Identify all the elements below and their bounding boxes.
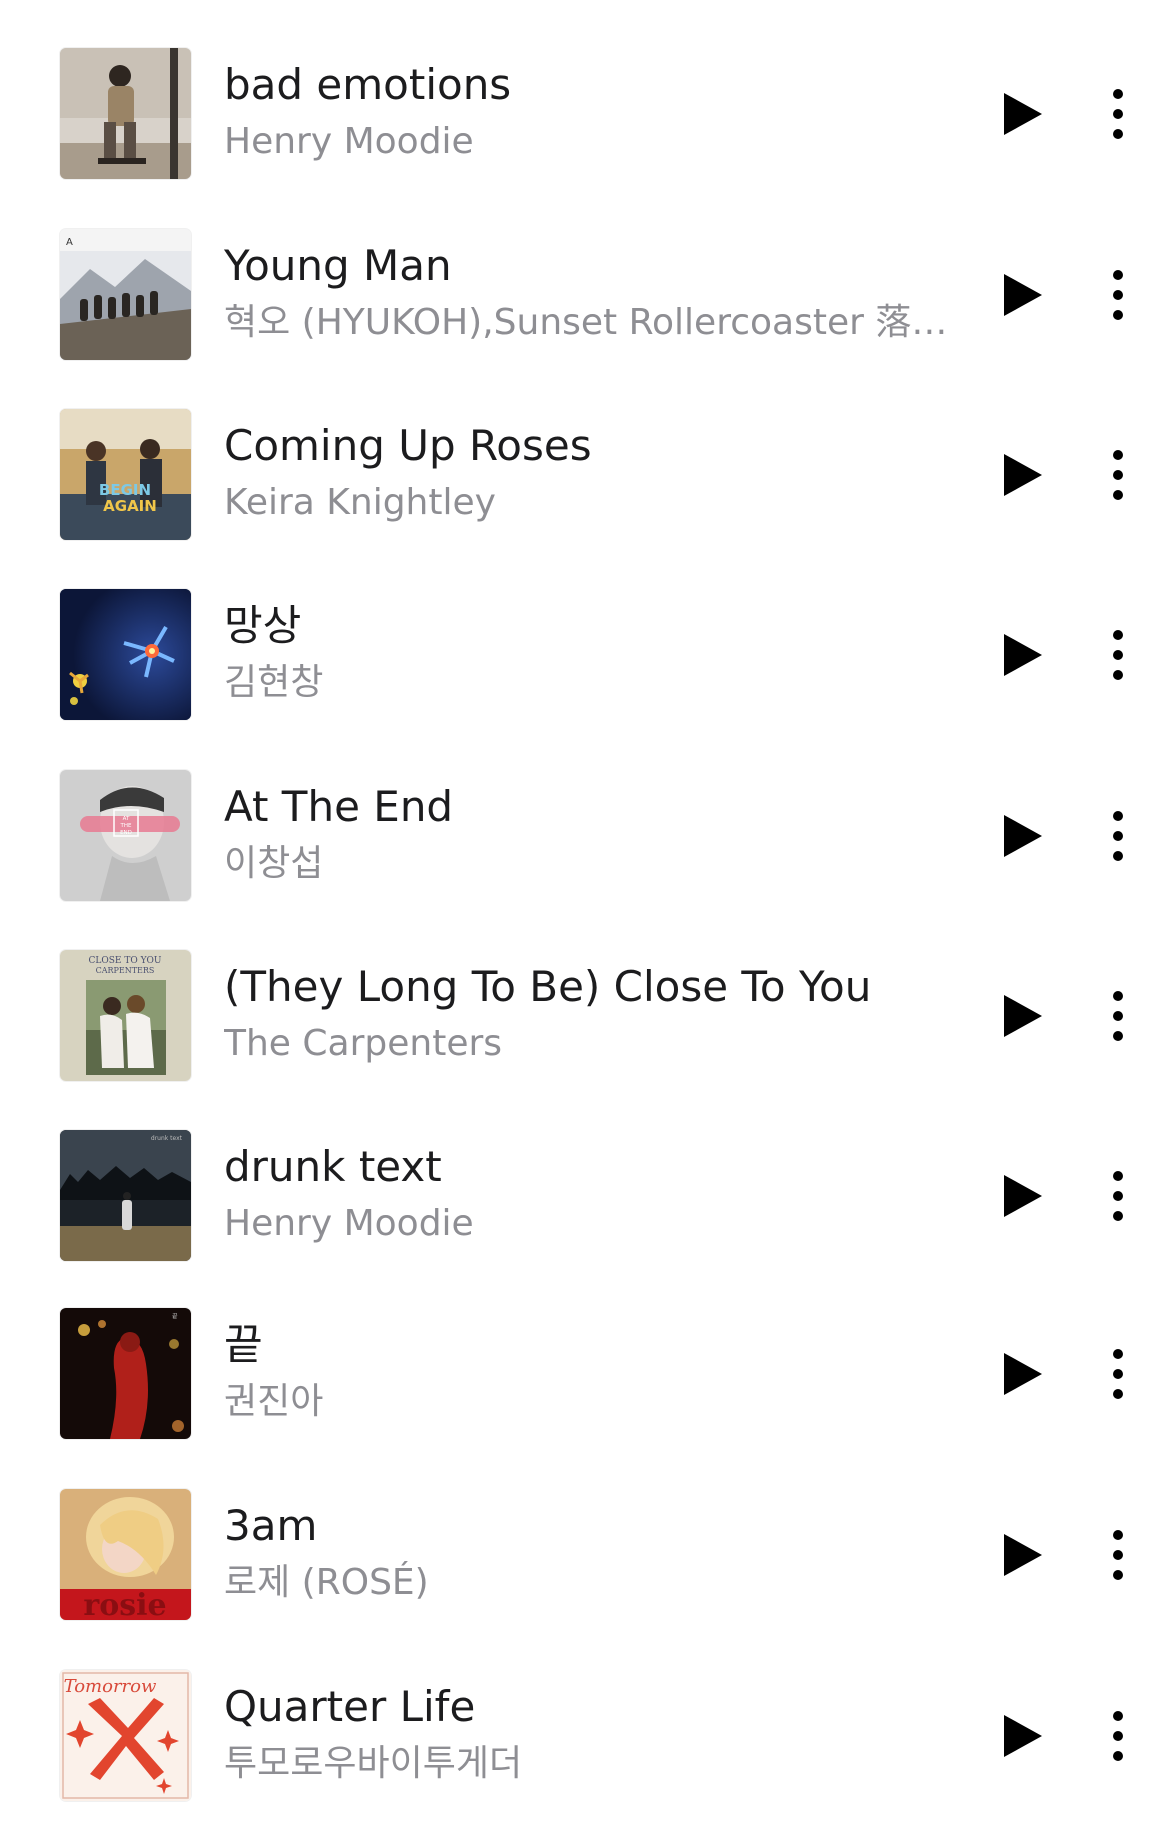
svg-text:끝: 끝 (172, 1313, 178, 1320)
svg-text:END: END (120, 830, 132, 836)
svg-text:drunk text: drunk text (151, 1135, 183, 1142)
song-row[interactable]: Tomorrow Quarter Life 투모로우바이투게더 (0, 1670, 1176, 1801)
play-button[interactable] (1000, 1712, 1046, 1760)
album-art-mountain-group[interactable]: A (60, 229, 191, 360)
more-vertical-icon (1113, 1171, 1123, 1221)
song-title: 3am (224, 1501, 318, 1550)
svg-text:CARPENTERS: CARPENTERS (96, 966, 155, 975)
song-title: 망상 (224, 601, 302, 650)
song-row[interactable]: rosie 3am 로제 (ROSÉ) (0, 1489, 1176, 1620)
more-options-button[interactable] (1100, 267, 1136, 323)
play-button[interactable] (1000, 1531, 1046, 1579)
play-icon (1004, 815, 1042, 857)
play-icon (1004, 1715, 1042, 1757)
svg-text:CLOSE TO YOU: CLOSE TO YOU (89, 956, 162, 966)
more-vertical-icon (1113, 630, 1123, 680)
play-icon (1004, 93, 1042, 135)
song-title: 끝 (224, 1320, 263, 1369)
more-options-button[interactable] (1100, 1168, 1136, 1224)
song-artist: Keira Knightley (224, 482, 496, 523)
song-title: At The End (224, 782, 454, 831)
more-vertical-icon (1113, 1530, 1123, 1580)
song-row[interactable]: BEGIN AGAIN Coming Up Roses Keira Knight… (0, 409, 1176, 540)
song-artist: 로제 (ROSÉ) (224, 1562, 429, 1603)
more-vertical-icon (1113, 270, 1123, 320)
song-row[interactable]: A Young Man 혁오 (HYUKOH),Sunset Rollercoa… (0, 229, 1176, 360)
play-button[interactable] (1000, 992, 1046, 1040)
song-artist: 이창섭 (224, 843, 324, 884)
more-options-button[interactable] (1100, 1527, 1136, 1583)
svg-text:AT: AT (123, 816, 130, 822)
play-icon (1004, 274, 1042, 316)
more-options-button[interactable] (1100, 447, 1136, 503)
song-artist: 투모로우바이투게더 (224, 1743, 523, 1784)
svg-text:A: A (66, 237, 73, 248)
album-art-night-flowers[interactable] (60, 589, 191, 720)
song-artist: Henry Moodie (224, 121, 474, 162)
play-button[interactable] (1000, 631, 1046, 679)
play-icon (1004, 1534, 1042, 1576)
song-row[interactable]: bad emotions Henry Moodie (0, 48, 1176, 179)
song-row[interactable]: CLOSE TO YOU CARPENTERS (They Long To Be… (0, 950, 1176, 1081)
play-button[interactable] (1000, 1350, 1046, 1398)
song-row[interactable]: 망상 김현창 (0, 589, 1176, 720)
play-icon (1004, 1353, 1042, 1395)
play-icon (1004, 995, 1042, 1037)
song-artist: 김현창 (224, 662, 324, 703)
song-artist: 권진아 (224, 1381, 324, 1422)
song-title: drunk text (224, 1142, 442, 1191)
song-title: Young Man (224, 241, 452, 290)
album-art-begin-again[interactable]: BEGIN AGAIN (60, 409, 191, 540)
song-title: bad emotions (224, 60, 512, 109)
album-art-red-night[interactable]: 끝 (60, 1308, 191, 1439)
play-icon (1004, 634, 1042, 676)
song-artist: 혁오 (HYUKOH),Sunset Rollercoaster 落日飛車 (224, 302, 964, 343)
album-art-carpenters[interactable]: CLOSE TO YOU CARPENTERS (60, 950, 191, 1081)
album-art-blindfold[interactable]: AT THE END (60, 770, 191, 901)
song-row[interactable]: AT THE END At The End 이창섭 (0, 770, 1176, 901)
song-list: bad emotions Henry Moodie A Young Man 혁오… (0, 0, 1176, 1838)
song-title: Quarter Life (224, 1682, 476, 1731)
more-options-button[interactable] (1100, 988, 1136, 1044)
album-art-dark-field[interactable]: drunk text (60, 1130, 191, 1261)
play-icon (1004, 1175, 1042, 1217)
more-options-button[interactable] (1100, 1346, 1136, 1402)
song-title: Coming Up Roses (224, 421, 592, 470)
play-button[interactable] (1000, 90, 1046, 138)
play-button[interactable] (1000, 812, 1046, 860)
more-vertical-icon (1113, 1349, 1123, 1399)
more-vertical-icon (1113, 89, 1123, 139)
song-artist: The Carpenters (224, 1023, 503, 1064)
svg-text:rosie: rosie (83, 1588, 166, 1620)
play-button[interactable] (1000, 271, 1046, 319)
more-vertical-icon (1113, 1711, 1123, 1761)
song-row[interactable]: 끝 끝 권진아 (0, 1308, 1176, 1439)
more-options-button[interactable] (1100, 86, 1136, 142)
svg-text:THE: THE (120, 823, 132, 829)
song-artist: Henry Moodie (224, 1203, 474, 1244)
more-options-button[interactable] (1100, 808, 1136, 864)
more-options-button[interactable] (1100, 1708, 1136, 1764)
play-button[interactable] (1000, 1172, 1046, 1220)
more-vertical-icon (1113, 811, 1123, 861)
play-icon (1004, 454, 1042, 496)
svg-text:AGAIN: AGAIN (103, 497, 157, 515)
song-title: (They Long To Be) Close To You (224, 962, 872, 1011)
song-row[interactable]: drunk text drunk text Henry Moodie (0, 1130, 1176, 1261)
svg-text:Tomorrow: Tomorrow (64, 1676, 157, 1697)
album-art-portrait[interactable] (60, 48, 191, 179)
album-art-rosie[interactable]: rosie (60, 1489, 191, 1620)
more-options-button[interactable] (1100, 627, 1136, 683)
more-vertical-icon (1113, 991, 1123, 1041)
album-art-tomorrow-x[interactable]: Tomorrow (60, 1670, 191, 1801)
play-button[interactable] (1000, 451, 1046, 499)
more-vertical-icon (1113, 450, 1123, 500)
